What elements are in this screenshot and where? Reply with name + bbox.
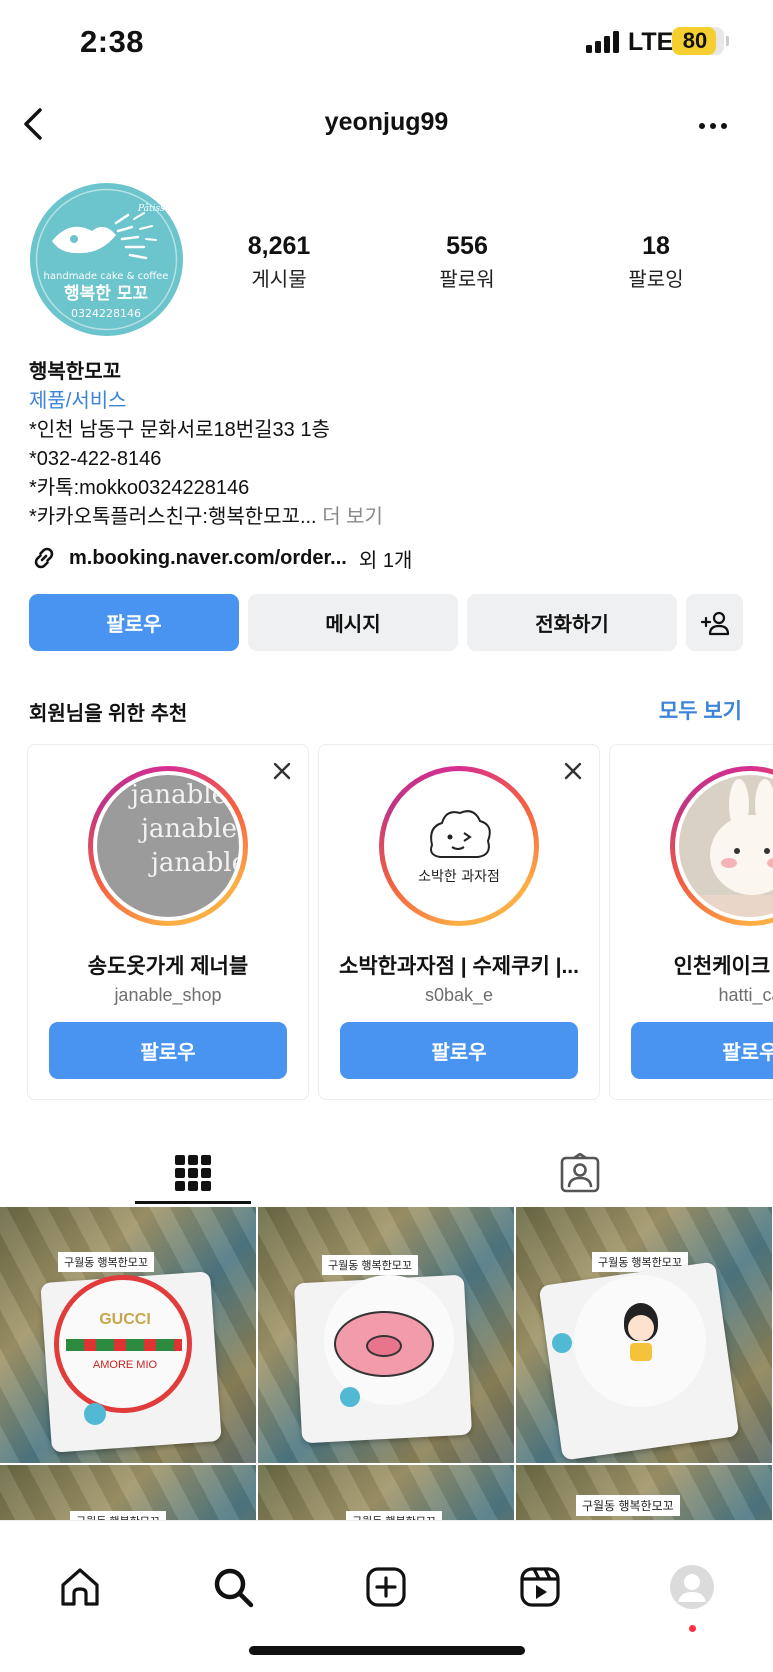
suggestion-follow-button[interactable]: 팔로우 — [49, 1022, 287, 1079]
message-button[interactable]: 메시지 — [248, 594, 458, 651]
suggestion-avatar[interactable]: janable janable janable — [88, 766, 248, 926]
profile-category[interactable]: 제품/서비스 — [29, 387, 749, 416]
post-tag: 구월동 행복한모꼬 — [58, 1252, 155, 1272]
tagged-person-icon — [560, 1152, 600, 1192]
tab-grid[interactable] — [135, 1140, 251, 1205]
suggestion-name[interactable]: 인천케이크 | 청라 — [610, 950, 773, 980]
profile-display-name: 행복한모꼬 — [29, 361, 121, 383]
tab-tagged[interactable] — [522, 1140, 638, 1205]
stat-followers[interactable]: 556 팔로워 — [397, 232, 537, 292]
bio-line-last: *카카오톡플러스친구:행복한모꼬... 더 보기 — [29, 503, 749, 532]
posts-grid: 구월동 행복한모꼬 GUCCI AMORE MIO 구월동 행복한모꼬 구월동 … — [0, 1207, 773, 1522]
more-options-icon[interactable] — [695, 114, 731, 138]
home-icon[interactable] — [56, 1563, 104, 1611]
stat-followers-label: 팔로워 — [439, 269, 495, 291]
avatar-tagline: handmade cake & coffee — [44, 271, 169, 282]
stat-followers-value: 556 — [446, 232, 488, 260]
suggestion-card[interactable]: 인천케이크 | 청라 hatti_ca 팔로우 — [609, 744, 773, 1100]
add-user-button[interactable] — [686, 594, 743, 651]
suggestion-avatar[interactable]: 소박한 과자점 — [379, 766, 539, 926]
profile-nav-avatar[interactable] — [668, 1563, 716, 1611]
dismiss-icon[interactable] — [272, 761, 292, 781]
link-icon — [34, 547, 54, 569]
profile-link-url[interactable]: m.booking.naver.com/order... — [69, 547, 347, 570]
suggestion-pic-text: 소박한 과자점 — [418, 869, 500, 885]
post-cake-text: GUCCI — [99, 1311, 151, 1328]
suggestion-handle: hatti_ca — [718, 985, 773, 1005]
post-thumbnail[interactable]: 구월동 행복한모꼬 — [258, 1207, 514, 1463]
suggestion-handle: janable_shop — [114, 985, 222, 1005]
profile-bio: 행복한모꼬 제품/서비스 *인천 남동구 문화서로18번길33 1층 *032-… — [29, 358, 749, 532]
bio-line: *카카오톡플러스친구:행복한모꼬... — [29, 506, 317, 528]
see-all-link[interactable]: 모두 보기 — [659, 695, 742, 725]
search-icon[interactable] — [209, 1563, 257, 1611]
signal-icon — [586, 31, 622, 53]
suggestion-name[interactable]: 소박한과자점 | 수제쿠키 |... — [319, 950, 599, 980]
post-thumbnail[interactable]: 구월동 행복한모꼬 — [258, 1465, 514, 1522]
suggestion-pic-text: janable — [138, 814, 237, 844]
notification-dot — [689, 1625, 696, 1632]
profile-avatar[interactable]: Pâtisserie handmade cake & coffee 행복한 모꼬… — [30, 183, 183, 336]
suggestion-card[interactable]: janable janable janable 송도옷가게 제너블 janabl… — [27, 744, 309, 1100]
suggestion-handle: s0bak_e — [424, 985, 494, 1005]
stat-following[interactable]: 18 팔로잉 — [586, 232, 726, 292]
bio-line: *032-422-8146 — [29, 448, 162, 470]
stat-following-value: 18 — [642, 232, 670, 260]
profile-username: yeonjug99 — [324, 108, 449, 136]
stat-posts-value: 8,261 — [247, 232, 311, 260]
post-thumbnail[interactable]: 구월동 행복한모꼬 — [0, 1465, 256, 1522]
profile-link-extra[interactable]: 외 1개 — [359, 544, 412, 573]
reels-icon[interactable] — [516, 1563, 564, 1611]
stat-posts-label: 게시물 — [251, 269, 307, 291]
avatar-name: 행복한 모꼬 — [64, 284, 148, 304]
create-post-icon[interactable] — [362, 1563, 410, 1611]
suggestion-follow-button[interactable]: 팔로우 — [631, 1022, 773, 1079]
suggestion-card[interactable]: 소박한 과자점 소박한과자점 | 수제쿠키 |... s0bak_e 팔로우 — [318, 744, 600, 1100]
suggestion-follow-button[interactable]: 팔로우 — [340, 1022, 578, 1079]
post-tag: 구월동 행복한모꼬 — [322, 1255, 419, 1275]
suggestion-pic-text: janable — [148, 848, 239, 878]
suggestions-title: 회원님을 위한 추천 — [29, 703, 188, 725]
bio-line: *카톡:mokko0324228146 — [29, 477, 250, 499]
suggestions-carousel[interactable]: janable janable janable 송도옷가게 제너블 janabl… — [0, 744, 773, 1102]
home-indicator — [249, 1646, 525, 1655]
status-time: 2:38 — [80, 24, 145, 59]
battery-icon: 80 — [672, 27, 729, 55]
follow-button[interactable]: 팔로우 — [29, 594, 239, 651]
avatar-brand: Pâtisserie — [137, 203, 183, 214]
avatar-phone: 0324228146 — [71, 307, 141, 320]
add-user-icon — [700, 611, 729, 635]
stat-posts[interactable]: 8,261 게시물 — [209, 232, 349, 292]
status-bar: 2:38 LTE 80 — [0, 0, 773, 90]
network-label: LTE — [628, 28, 674, 56]
bio-line: *인천 남동구 문화서로18번길33 1층 — [29, 419, 330, 441]
stat-following-label: 팔로잉 — [628, 269, 684, 291]
bio-more-link[interactable]: 더 보기 — [322, 506, 383, 528]
active-tab-indicator — [135, 1201, 251, 1204]
post-thumbnail[interactable]: 구월동 행복한모꼬 GUCCI AMORE MIO — [0, 1207, 256, 1463]
battery-level: 80 — [682, 28, 708, 53]
dismiss-icon[interactable] — [563, 761, 583, 781]
post-tag: 구월동 행복한모꼬 — [576, 1495, 680, 1516]
profile-link[interactable]: m.booking.naver.com/order... 외 1개 — [29, 541, 412, 575]
suggestion-name[interactable]: 송도옷가게 제너블 — [28, 950, 308, 980]
grid-icon — [175, 1154, 211, 1191]
post-thumbnail[interactable]: 구월동 행복한모꼬 — [516, 1465, 772, 1522]
post-cake-sub: AMORE MIO — [92, 1359, 158, 1371]
post-thumbnail[interactable]: 구월동 행복한모꼬 — [516, 1207, 772, 1463]
call-button[interactable]: 전화하기 — [467, 594, 677, 651]
suggestion-avatar[interactable] — [670, 766, 773, 926]
